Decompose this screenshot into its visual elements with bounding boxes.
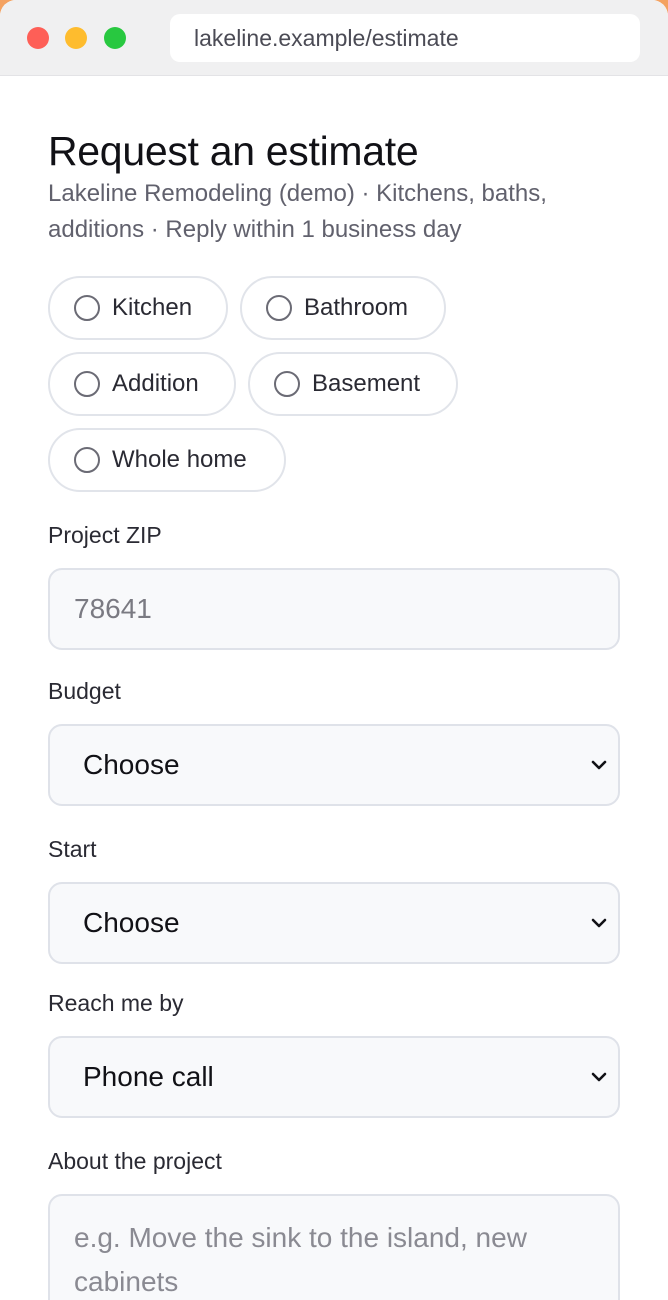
budget-value: Choose [83,749,180,780]
minimize-window-button[interactable] [65,27,87,49]
close-window-button[interactable] [27,27,49,49]
page-title: Request an estimate [48,128,419,174]
project-type-label: Bathroom [304,294,409,321]
project-type-addition[interactable]: Addition [48,352,236,416]
budget-label: Budget [48,678,121,704]
contact-select[interactable]: Phone call [48,1036,620,1118]
start-select[interactable]: Choose [48,882,620,964]
project-type-bathroom[interactable]: Bathroom [240,276,446,340]
start-label: Start [48,836,97,862]
project-type-label: Whole home [112,446,247,473]
browser-window: lakeline.example/estimate Request an est… [0,0,668,1300]
chevron-down-icon [591,760,607,770]
maximize-window-button[interactable] [104,27,126,49]
radio-icon[interactable] [266,295,292,321]
radio-icon[interactable] [274,371,300,397]
start-value: Choose [83,907,180,938]
project-type-label: Basement [312,370,421,397]
page-subtitle: Lakeline Remodeling (demo) · Kitchens, b… [48,180,547,243]
radio-icon[interactable] [74,447,100,473]
radio-icon[interactable] [74,295,100,321]
address-bar[interactable]: lakeline.example/estimate [170,14,640,62]
radio-icon[interactable] [74,371,100,397]
browser-toolbar: lakeline.example/estimate [0,0,668,76]
contact-value: Phone call [83,1061,214,1092]
zip-input[interactable]: 78641 [48,568,620,650]
zip-placeholder: 78641 [74,593,152,624]
about-label: About the project [48,1148,222,1174]
about-textarea[interactable]: e.g. Move the sink to the island, new ca… [48,1194,620,1300]
project-type-whole-home[interactable]: Whole home [48,428,286,492]
project-type-label: Addition [112,370,199,397]
chevron-down-icon [591,918,607,928]
chevron-down-icon [591,1072,607,1082]
project-type-kitchen[interactable]: Kitchen [48,276,228,340]
zip-label: Project ZIP [48,522,162,548]
budget-select[interactable]: Choose [48,724,620,806]
project-type-label: Kitchen [112,294,193,321]
about-placeholder: e.g. Move the sink to the island, new ca… [74,1222,527,1297]
project-type-basement[interactable]: Basement [248,352,458,416]
contact-label: Reach me by [48,990,184,1016]
